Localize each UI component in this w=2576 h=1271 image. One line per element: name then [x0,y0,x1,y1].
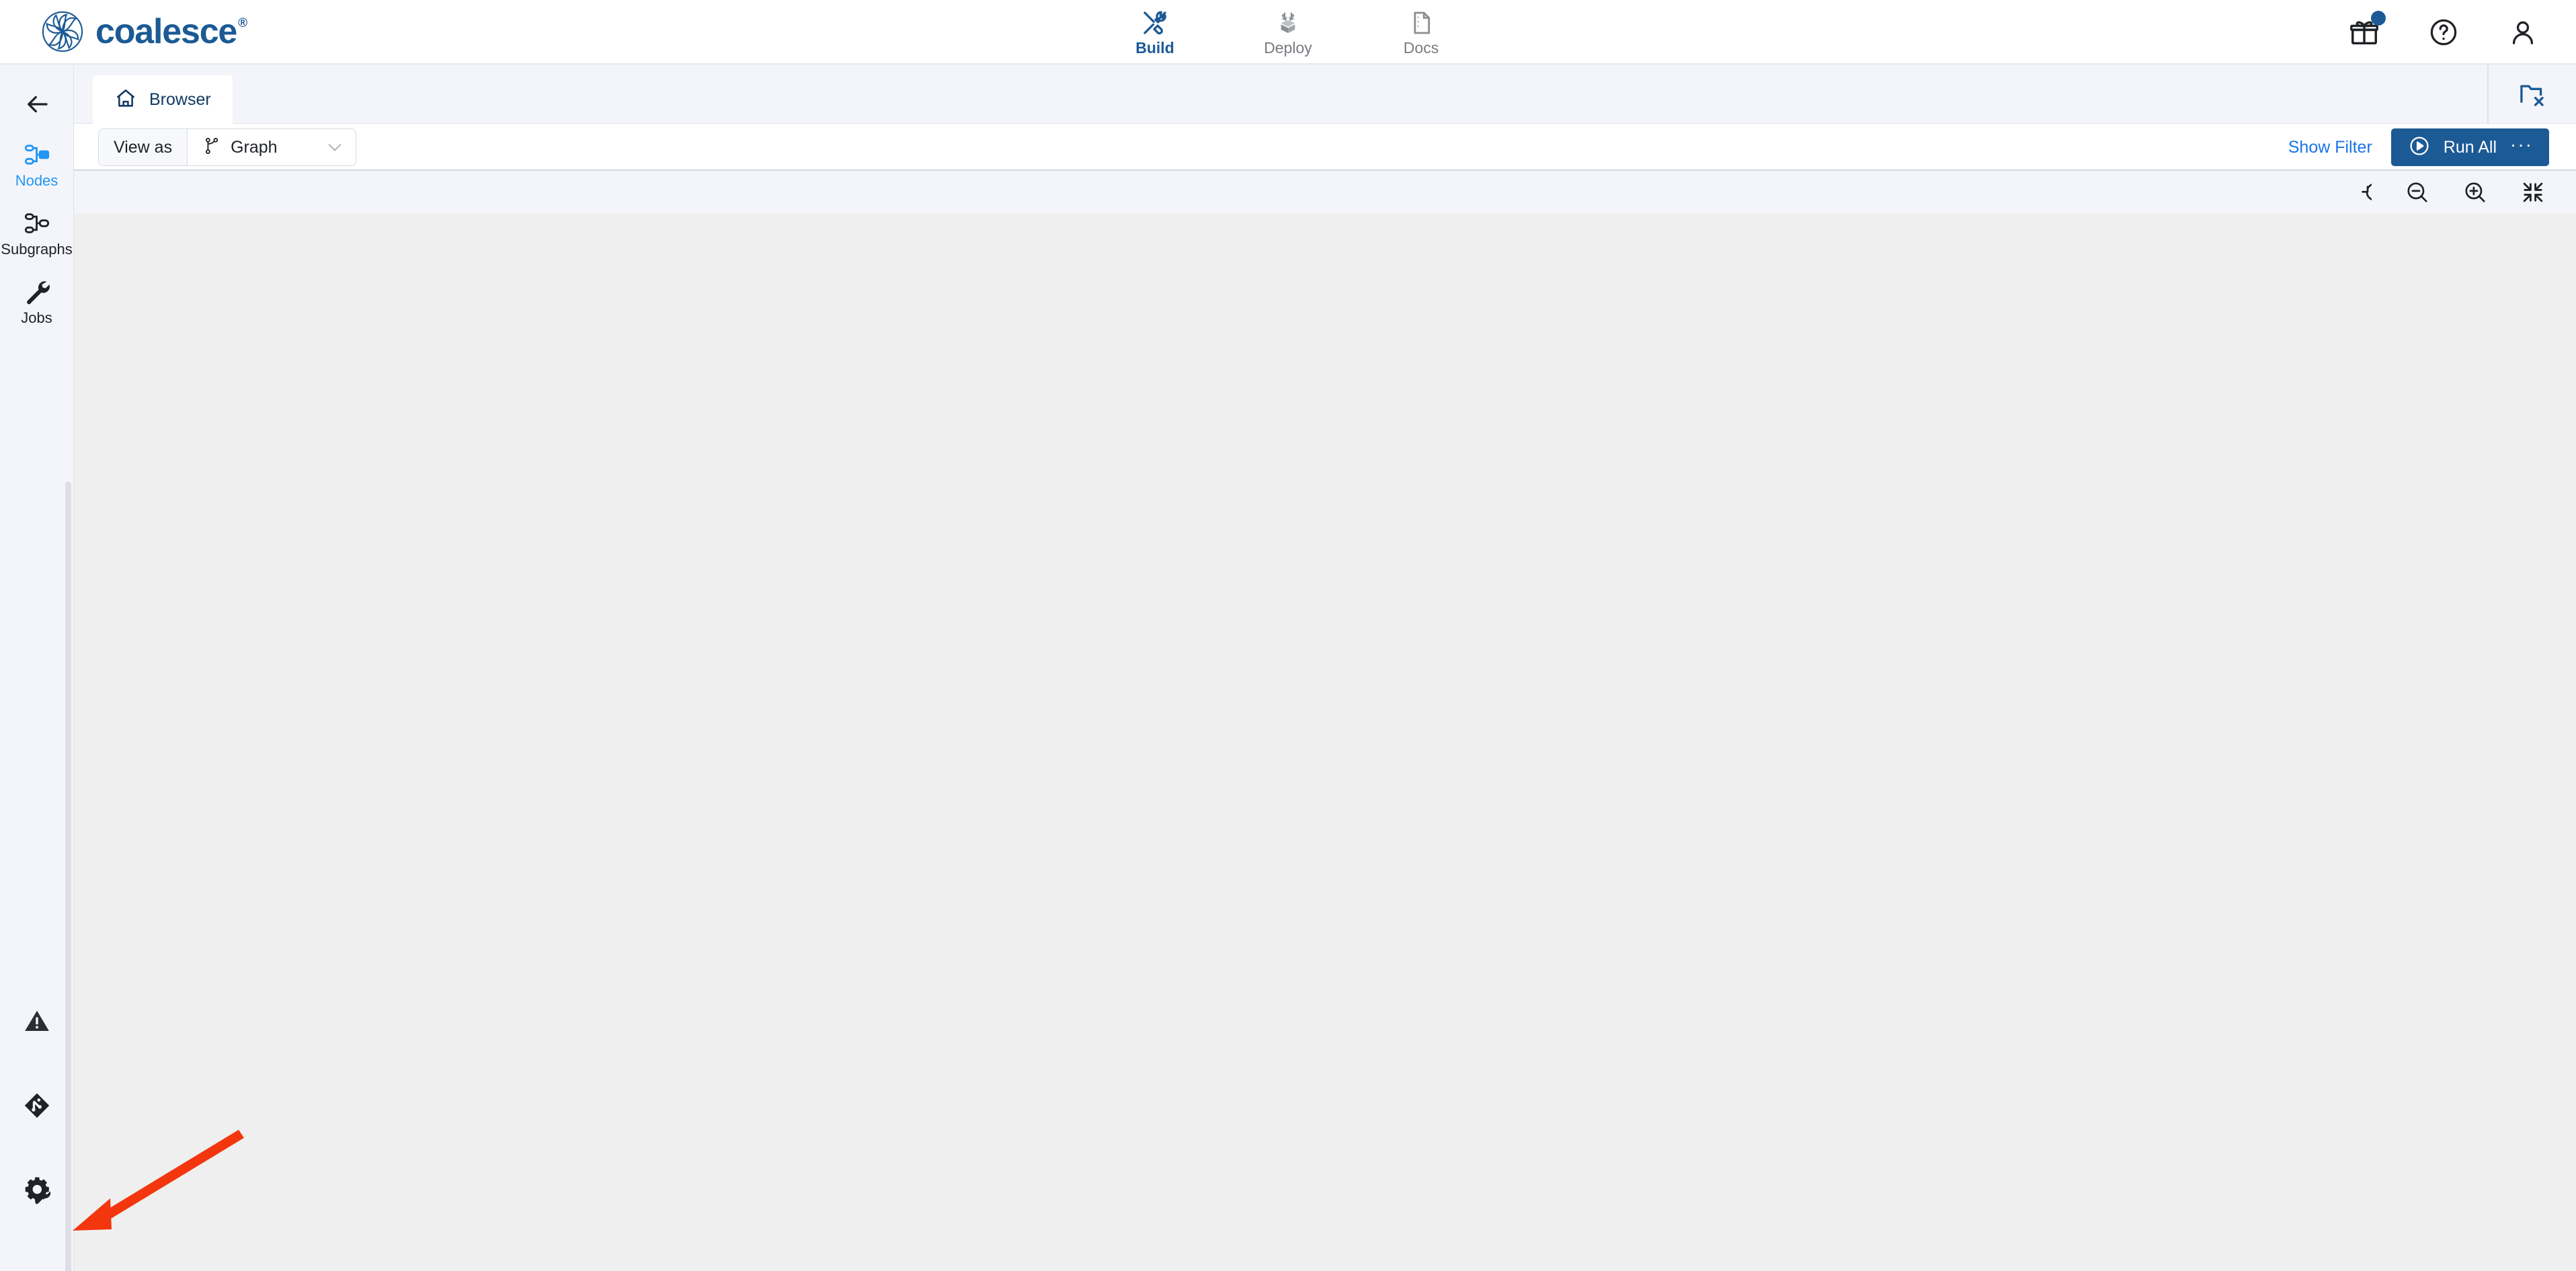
account-button[interactable] [2507,17,2538,48]
sidebar-collapse-button[interactable] [14,85,60,124]
nav-item-docs[interactable]: Docs [1391,9,1451,56]
account-icon [2512,21,2534,44]
zoom-out-icon [2407,182,2427,202]
graph-branch-icon [202,137,221,159]
close-all-tabs-icon [2520,85,2544,106]
git-button[interactable] [18,1087,56,1124]
home-icon [114,87,137,113]
chevron-down-icon [325,137,345,157]
zoom-out-button[interactable] [2403,178,2432,207]
fit-to-screen-icon [2523,182,2543,202]
zoom-in-icon [2465,182,2485,202]
sidebar-item-jobs[interactable]: Jobs [2,277,72,325]
canvas-zoom-band [74,171,2576,214]
graph-toolbar: View as Graph Show Filter Run All ··· [74,124,2576,171]
subgraphs-icon [24,208,50,238]
nav-label-deploy: Deploy [1264,39,1312,56]
sidebar-items: Nodes Subgraphs Jobs [1,140,73,325]
brand-name: coalesce [95,12,237,51]
refresh-icon [2362,184,2372,200]
view-as-select[interactable]: Graph [188,129,356,165]
tools-icon [1141,9,1168,37]
sidebar-label-nodes: Nodes [15,172,58,189]
view-as-control: View as Graph [98,128,357,166]
view-as-label: View as [99,129,188,165]
problems-button[interactable] [18,1002,56,1040]
tab-strip-actions [2487,65,2576,124]
close-all-tabs-button[interactable] [2518,80,2546,108]
tab-label-browser: Browser [149,89,211,109]
sidebar-item-subgraphs[interactable]: Subgraphs [1,208,73,258]
warning-triangle-icon [25,1010,49,1032]
help-icon [2430,19,2457,46]
arrow-left-icon [27,95,48,113]
zoom-in-button[interactable] [2460,178,2490,207]
nav-label-build: Build [1135,39,1174,56]
play-circle-icon [2409,135,2430,160]
graph-canvas[interactable] [74,214,2576,1271]
tab-strip: Browser [74,65,2576,124]
nav-item-build[interactable]: Build [1125,9,1185,56]
brand-wordmark: coalesce ® [95,14,247,49]
fit-to-screen-button[interactable] [2518,178,2548,207]
run-all-more-button[interactable]: ··· [2510,134,2533,156]
nav-item-deploy[interactable]: Deploy [1258,9,1318,56]
header-actions [2349,0,2538,65]
run-all-button[interactable]: Run All ··· [2390,128,2549,166]
left-sidebar: Nodes Subgraphs Jobs [0,65,74,1271]
canvas-zoom-tools [2345,171,2548,214]
build-settings-button[interactable] [18,1171,56,1209]
nodes-icon [24,140,50,169]
toolbar-actions: Show Filter Run All ··· [2288,124,2549,171]
document-icon [1408,9,1435,37]
brand-logo[interactable]: coalesce ® [42,11,247,52]
coalesce-logo-icon [42,11,83,52]
sidebar-item-nodes[interactable]: Nodes [2,140,72,188]
main-nav: Build Deploy Docs [1125,0,1451,65]
brand-registered-mark: ® [238,16,247,30]
run-all-label: Run All [2443,137,2497,157]
settings-gear-wrench-icon [25,1177,51,1204]
view-as-value: Graph [231,137,278,157]
tab-browser[interactable]: Browser [93,75,233,124]
sidebar-bottom-actions [0,1002,74,1271]
gifts-badge [2371,11,2386,26]
sidebar-label-subgraphs: Subgraphs [1,241,73,258]
help-button[interactable] [2428,17,2459,48]
deploy-box-icon [1275,9,1301,37]
top-header: coalesce ® Build Deploy Docs [0,0,2576,65]
gifts-button[interactable] [2349,11,2386,48]
wrench-icon [24,277,50,307]
nav-label-docs: Docs [1403,39,1439,56]
show-filter-button[interactable]: Show Filter [2288,139,2372,156]
refresh-button[interactable] [2345,178,2374,207]
sidebar-label-jobs: Jobs [21,309,52,326]
git-icon [24,1093,50,1118]
